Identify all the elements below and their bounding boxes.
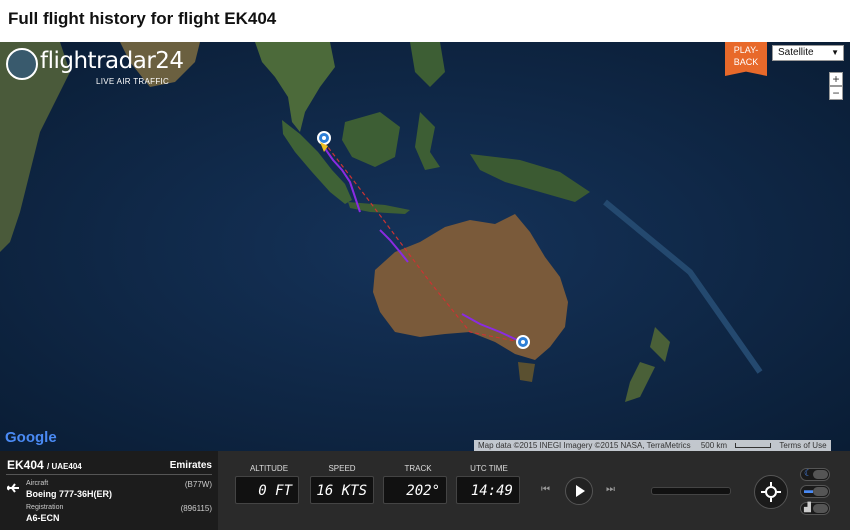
radar-icon <box>6 48 38 80</box>
playback-button[interactable]: PLAY-BACK <box>725 42 767 76</box>
chart-toggle[interactable]: ▟ <box>800 502 830 515</box>
logo-text: flightradar24 <box>40 48 184 74</box>
map-type-value: Satellite <box>778 47 814 58</box>
fast-forward-icon[interactable]: ⏭ <box>606 484 615 495</box>
labels-toggle[interactable]: ▬ <box>800 485 830 498</box>
page-title: Full flight history for flight EK404 <box>8 9 277 28</box>
title-bar: Full flight history for flight EK404 <box>0 0 850 42</box>
aircraft-code: (B77W) <box>184 480 212 489</box>
toggle-knob <box>813 487 828 496</box>
playback-label: PLAY-BACK <box>733 45 759 67</box>
divider <box>6 474 212 475</box>
map-canvas[interactable] <box>0 42 850 451</box>
registration-code: (896115) <box>180 504 212 513</box>
altitude-label: ALTITUDE <box>249 464 289 473</box>
callsign-alt: / UAE404 <box>47 462 82 471</box>
locate-icon <box>761 482 781 502</box>
flight-panel: EK404 / UAE404 Emirates Aircraft (B77W) … <box>0 451 850 530</box>
altitude-value: 0 FT <box>258 483 292 499</box>
tasmania-landmass <box>518 362 535 382</box>
destination-marker[interactable] <box>516 335 530 349</box>
rewind-icon[interactable]: ⏮ <box>541 484 550 495</box>
play-button[interactable] <box>565 477 593 505</box>
utc-value: 14:49 <box>470 483 513 499</box>
night-mode-toggle[interactable]: ☾ <box>800 468 830 481</box>
attribution-text: Map data ©2015 INEGI Imagery ©2015 NASA,… <box>478 441 691 450</box>
airline-name: Emirates <box>169 460 212 471</box>
utc-label: UTC TIME <box>470 464 508 473</box>
registration-label: Registration <box>26 504 64 511</box>
terms-link[interactable]: Terms of Use <box>779 441 826 450</box>
logo-subtitle: LIVE AIR TRAFFIC <box>96 77 170 86</box>
bars-icon: ▬ <box>804 485 813 495</box>
speed-label: SPEED <box>328 464 356 473</box>
origin-marker[interactable] <box>317 131 331 145</box>
chevron-down-icon: ▼ <box>831 48 839 57</box>
map-type-select[interactable]: Satellite ▼ <box>772 45 844 61</box>
moon-icon: ☾ <box>804 468 813 478</box>
track-label: TRACK <box>404 464 432 473</box>
utc-display: 14:49 <box>456 476 520 504</box>
speed-value: 16 KTS <box>316 483 367 499</box>
zoom-in-button[interactable]: + <box>829 72 843 86</box>
zoom-out-button[interactable]: − <box>829 86 843 100</box>
aircraft-label: Aircraft <box>26 480 49 487</box>
google-logo: Google <box>5 429 57 446</box>
toggle-knob <box>813 504 828 513</box>
registration-value: A6-ECN <box>26 513 60 523</box>
play-icon <box>576 485 585 497</box>
map-attribution: Map data ©2015 INEGI Imagery ©2015 NASA,… <box>474 440 831 451</box>
aircraft-value: Boeing 777-36H(ER) <box>26 489 113 499</box>
chart-icon: ▟ <box>804 502 811 512</box>
flight-callsign: EK404 / UAE404 <box>7 458 82 472</box>
track-value: 202° <box>406 483 440 499</box>
locate-button[interactable] <box>754 475 788 509</box>
map-view[interactable]: flightradar24 LIVE AIR TRAFFIC PLAY-BACK… <box>0 42 850 451</box>
plane-icon <box>7 483 19 493</box>
callsign-text: EK404 <box>7 458 44 472</box>
scale-bar <box>735 443 772 449</box>
speed-display: 16 KTS <box>310 476 374 504</box>
toggle-knob <box>813 470 828 479</box>
track-display: 202° <box>383 476 447 504</box>
flight-info-card: EK404 / UAE404 Emirates Aircraft (B77W) … <box>0 451 218 530</box>
map-scale: 500 km <box>700 441 728 450</box>
altitude-display: 0 FT <box>235 476 299 504</box>
google-logo-text: Google <box>5 429 57 446</box>
playback-slider[interactable] <box>651 487 731 495</box>
